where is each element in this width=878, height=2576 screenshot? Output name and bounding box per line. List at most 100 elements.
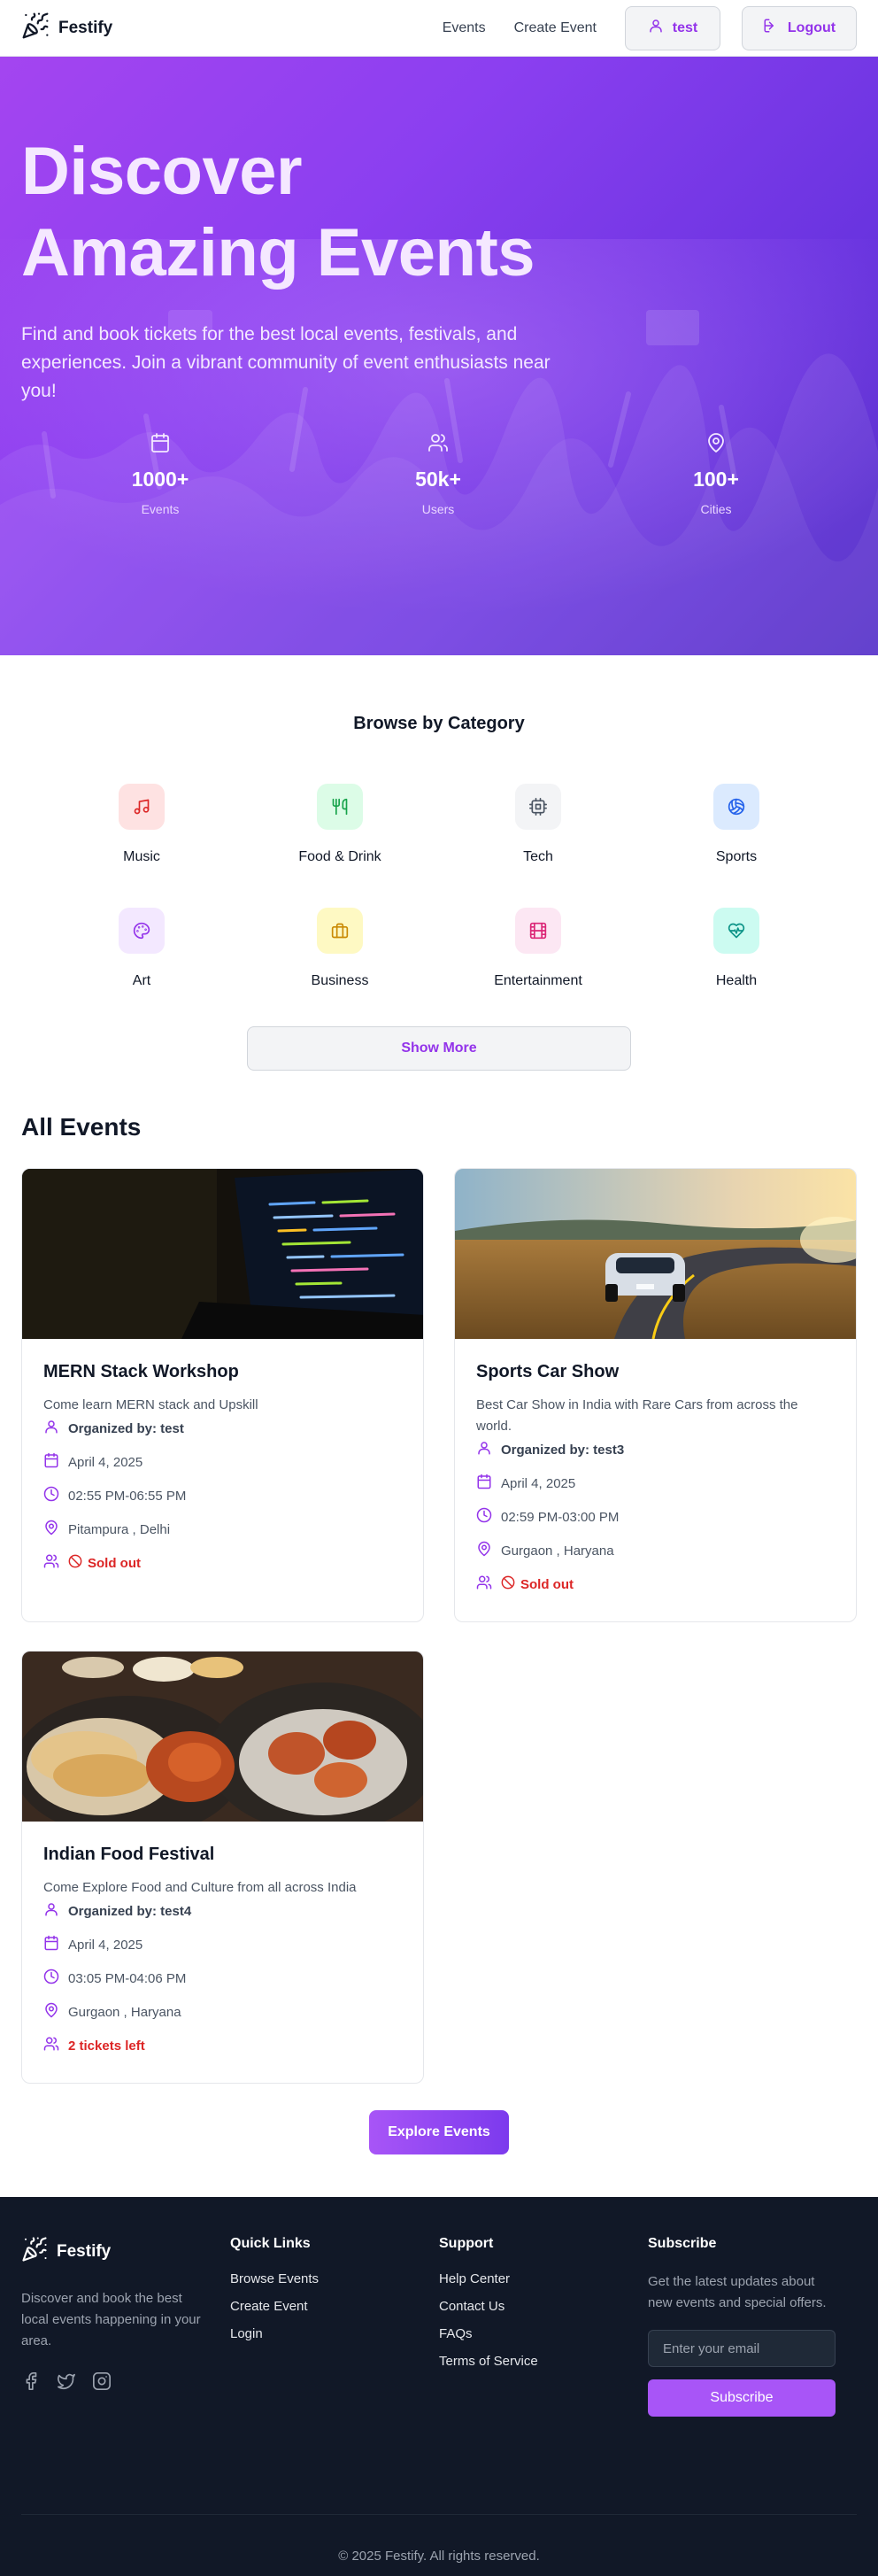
- stat-users: 50k+ Users: [299, 432, 577, 516]
- map-pin-icon: [476, 1541, 492, 1560]
- category-tech[interactable]: Tech: [439, 784, 637, 865]
- category-label: Sports: [715, 849, 758, 864]
- footer-link-terms[interactable]: Terms of Service: [439, 2354, 648, 2369]
- event-organizer: Organized by: test4: [43, 1900, 402, 1922]
- user-icon: [648, 18, 664, 38]
- event-date: April 4, 2025: [43, 1934, 402, 1955]
- footer-brand-column: Festify Discover and book the best local…: [21, 2236, 230, 2417]
- email-input[interactable]: [648, 2330, 836, 2367]
- logout-label: Logout: [787, 19, 836, 35]
- category-music[interactable]: Music: [42, 784, 241, 865]
- footer-brand[interactable]: Festify: [21, 2236, 230, 2267]
- footer-link-login[interactable]: Login: [230, 2326, 439, 2341]
- map-pin-icon: [43, 1520, 59, 1539]
- location-text: Gurgaon , Haryana: [501, 1543, 614, 1559]
- stat-value: 50k+: [415, 468, 461, 491]
- footer-quick-links: Quick Links Browse Events Create Event L…: [230, 2236, 439, 2417]
- event-location: Gurgaon , Haryana: [43, 2001, 402, 2023]
- brand[interactable]: Festify: [21, 12, 112, 44]
- event-time: 02:59 PM-03:00 PM: [476, 1506, 835, 1528]
- events-section: All Events MERN Stack Workshop Come lear…: [0, 1071, 878, 2154]
- footer-link-help-center[interactable]: Help Center: [439, 2271, 648, 2286]
- heart-pulse-icon: [713, 908, 759, 954]
- event-description: Come learn MERN stack and Upskill: [43, 1397, 258, 1412]
- organizer-text: Organized by: test3: [501, 1442, 625, 1458]
- sold-out-badge: Sold out: [68, 1554, 141, 1572]
- event-availability: Sold out: [43, 1552, 402, 1574]
- users-icon: [43, 2036, 59, 2055]
- event-date: April 4, 2025: [43, 1451, 402, 1473]
- volleyball-icon: [713, 784, 759, 830]
- footer-link-create-event[interactable]: Create Event: [230, 2299, 439, 2314]
- footer-link-contact-us[interactable]: Contact Us: [439, 2299, 648, 2314]
- party-popper-icon: [21, 12, 50, 44]
- category-label: Art: [132, 973, 151, 988]
- date-text: April 4, 2025: [68, 1454, 143, 1470]
- footer-link-faqs[interactable]: FAQs: [439, 2326, 648, 2341]
- event-card-body: MERN Stack Workshop Come learn MERN stac…: [22, 1339, 423, 1574]
- map-pin-icon: [43, 2002, 59, 2022]
- cpu-icon: [515, 784, 561, 830]
- music-icon: [119, 784, 165, 830]
- category-label: Entertainment: [494, 973, 582, 988]
- category-sports[interactable]: Sports: [637, 784, 836, 865]
- category-entertainment[interactable]: Entertainment: [439, 908, 637, 989]
- hero-content: Discover Amazing Events Find and book ti…: [0, 57, 878, 516]
- user-icon: [43, 1901, 59, 1921]
- location-text: Gurgaon , Haryana: [68, 2004, 181, 2020]
- calendar-icon: [43, 1452, 59, 1472]
- footer-link-browse-events[interactable]: Browse Events: [230, 2271, 439, 2286]
- quick-links-title: Quick Links: [230, 2236, 311, 2251]
- time-text: 02:55 PM-06:55 PM: [68, 1488, 187, 1504]
- briefcase-icon: [317, 908, 363, 954]
- nav-create-event[interactable]: Create Event: [514, 20, 597, 36]
- hero-stats: 1000+ Events 50k+ Users 100+ Cities: [21, 432, 857, 516]
- hero-subtitle: Find and book tickets for the best local…: [21, 324, 551, 401]
- users-icon: [476, 1574, 492, 1594]
- event-organizer: Organized by: test3: [476, 1439, 835, 1460]
- category-grid: Music Food & Drink Tech Sports Art Busin…: [0, 784, 878, 989]
- category-health[interactable]: Health: [637, 908, 836, 989]
- subscribe-button[interactable]: Subscribe: [648, 2379, 836, 2417]
- logout-button[interactable]: Logout: [742, 5, 857, 50]
- stat-label: Users: [421, 502, 455, 516]
- footer-columns: Festify Discover and book the best local…: [21, 2236, 857, 2417]
- user-profile-button[interactable]: test: [625, 5, 720, 50]
- nav-events[interactable]: Events: [443, 20, 486, 36]
- brand-name: Festify: [58, 18, 113, 37]
- twitter-icon[interactable]: [57, 2371, 76, 2395]
- users-icon: [43, 1553, 59, 1573]
- availability-text: Sold out: [520, 1576, 574, 1592]
- stat-value: 100+: [693, 468, 739, 491]
- event-description: Best Car Show in India with Rare Cars fr…: [476, 1397, 798, 1434]
- event-availability: 2 tickets left: [43, 2035, 402, 2056]
- logout-icon: [763, 18, 779, 38]
- event-time: 02:55 PM-06:55 PM: [43, 1485, 402, 1506]
- event-title[interactable]: Sports Car Show: [476, 1362, 835, 1382]
- event-title[interactable]: MERN Stack Workshop: [43, 1362, 402, 1382]
- organizer-text: Organized by: test4: [68, 1903, 192, 1919]
- event-location: Gurgaon , Haryana: [476, 1540, 835, 1561]
- organizer-text: Organized by: test: [68, 1420, 184, 1436]
- category-food-drink[interactable]: Food & Drink: [241, 784, 439, 865]
- instagram-icon[interactable]: [92, 2371, 112, 2395]
- calendar-icon: [150, 432, 171, 455]
- category-art[interactable]: Art: [42, 908, 241, 989]
- facebook-icon[interactable]: [21, 2371, 41, 2395]
- event-card[interactable]: Sports Car Show Best Car Show in India w…: [454, 1168, 857, 1622]
- clock-icon: [43, 1969, 59, 1988]
- events-title: All Events: [21, 1113, 142, 1141]
- ban-icon: [501, 1575, 515, 1593]
- explore-events-button[interactable]: Explore Events: [369, 2110, 509, 2154]
- event-card[interactable]: Indian Food Festival Come Explore Food a…: [21, 1651, 424, 2084]
- event-card[interactable]: MERN Stack Workshop Come learn MERN stac…: [21, 1168, 424, 1622]
- stat-cities: 100+ Cities: [577, 432, 855, 516]
- event-grid: MERN Stack Workshop Come learn MERN stac…: [21, 1168, 857, 2084]
- event-title[interactable]: Indian Food Festival: [43, 1845, 402, 1865]
- show-more-button[interactable]: Show More: [247, 1026, 631, 1071]
- event-card-body: Indian Food Festival Come Explore Food a…: [22, 1822, 423, 2056]
- category-business[interactable]: Business: [241, 908, 439, 989]
- event-organizer: Organized by: test: [43, 1418, 402, 1439]
- category-label: Music: [123, 849, 160, 864]
- category-label: Business: [311, 973, 369, 988]
